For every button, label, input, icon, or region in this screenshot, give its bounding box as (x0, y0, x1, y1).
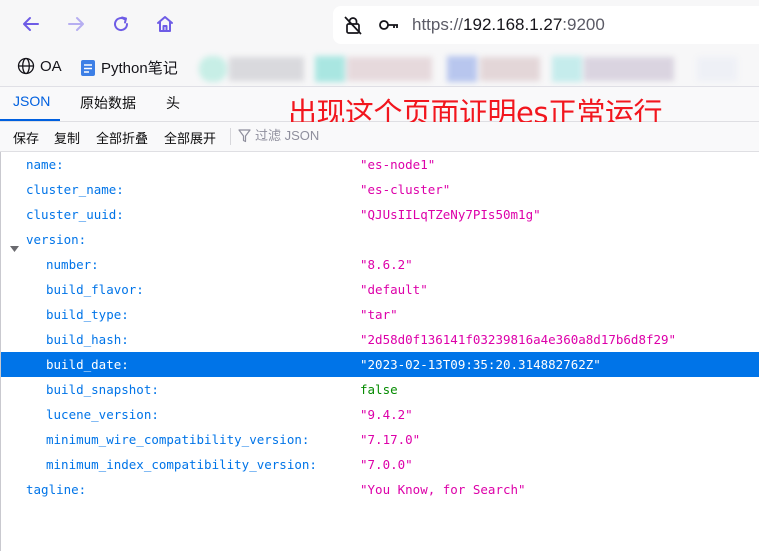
toolbar-separator (230, 128, 231, 145)
json-row[interactable]: lucene_version: "9.4.2" (0, 402, 759, 427)
bookmarks-toolbar: OA Python笔记 (0, 50, 759, 87)
address-bar[interactable]: https://192.168.1.27:9200 (333, 6, 759, 44)
home-button[interactable] (151, 10, 179, 38)
bookmark-oa-label: OA (40, 57, 62, 75)
json-row[interactable]: cluster_uuid: "QJUsIILqTZeNy7PIs50m1g" (0, 202, 759, 227)
json-key: build_hash: (46, 332, 129, 347)
bookmark-oa[interactable]: OA (17, 57, 62, 75)
filter-json-input[interactable] (255, 128, 365, 143)
json-value: "default" (360, 282, 428, 297)
home-icon (157, 16, 173, 32)
json-value: "9.4.2" (360, 407, 413, 422)
json-value: "tar" (360, 307, 398, 322)
back-arrow-icon (23, 17, 39, 31)
url-text: https://192.168.1.27:9200 (412, 15, 605, 35)
json-key: build_type: (46, 307, 129, 322)
json-value: "7.17.0" (360, 432, 421, 447)
json-value: false (360, 382, 398, 397)
tab-headers[interactable]: 头 (166, 93, 180, 113)
json-value: "es-node1" (360, 157, 436, 172)
copy-button[interactable]: 复制 (54, 128, 80, 147)
bookmark-python-notes[interactable]: Python笔记 (80, 57, 178, 78)
url-port: :9200 (562, 15, 605, 34)
json-key: tagline: (26, 482, 87, 497)
save-button[interactable]: 保存 (13, 128, 39, 147)
json-value: "8.6.2" (360, 257, 413, 272)
reload-button[interactable] (107, 10, 135, 38)
tab-json[interactable]: JSON (13, 93, 50, 109)
json-key: name: (26, 157, 64, 172)
reload-icon (114, 16, 129, 32)
json-key: lucene_version: (46, 407, 159, 422)
expand-all-button[interactable]: 全部展开 (164, 128, 216, 147)
back-button[interactable] (17, 10, 45, 38)
json-value: "es-cluster" (360, 182, 451, 197)
json-key: build_flavor: (46, 282, 144, 297)
json-key: cluster_name: (26, 182, 124, 197)
json-key: number: (46, 257, 99, 272)
forward-button[interactable] (62, 10, 90, 38)
json-row[interactable]: build_snapshot: false (0, 377, 759, 402)
url-host: 192.168.1.27 (463, 15, 563, 34)
json-row[interactable]: version: (0, 227, 759, 252)
json-row[interactable]: number: "8.6.2" (0, 252, 759, 277)
active-tab-indicator (0, 119, 60, 121)
json-row[interactable]: build_hash: "2d58d0f136141f03239816a4e360… (0, 327, 759, 352)
json-key: minimum_wire_compatibility_version: (46, 432, 310, 447)
json-value: "2d58d0f136141f03239816a4e360a8d17b6d8f2… (360, 332, 677, 347)
tab-raw-data[interactable]: 原始数据 (80, 93, 136, 113)
obscured-bookmarks (197, 54, 749, 83)
json-value: "QJUsIILqTZeNy7PIs50m1g" (360, 207, 541, 222)
json-row[interactable]: build_flavor: "default" (0, 277, 759, 302)
json-value: "You Know, for Search" (360, 482, 526, 497)
json-row[interactable]: tagline: "You Know, for Search" (0, 477, 759, 502)
json-row[interactable]: minimum_wire_compatibility_version: "7.17… (0, 427, 759, 452)
viewer-toolbar: 保存 复制 全部折叠 全部展开 (0, 122, 759, 152)
json-row[interactable]: build_date: "2023-02-13T09:35:20.31488276… (0, 352, 759, 377)
json-key: minimum_index_compatibility_version: (46, 457, 317, 472)
filter-icon (238, 128, 251, 142)
json-row[interactable]: minimum_index_compatibility_version: "7.0… (0, 452, 759, 477)
json-key: build_snapshot: (46, 382, 159, 397)
key-icon (379, 20, 398, 30)
json-key: cluster_uuid: (26, 207, 124, 222)
forward-arrow-icon (68, 17, 84, 31)
globe-icon (17, 57, 35, 75)
json-row[interactable]: build_type: "tar" (0, 302, 759, 327)
filter-json[interactable] (238, 128, 365, 143)
json-key: version: (26, 232, 87, 247)
json-row[interactable]: cluster_name: "es-cluster" (0, 177, 759, 202)
collapse-all-button[interactable]: 全部折叠 (96, 128, 148, 147)
json-key: build_date: (46, 357, 129, 372)
json-value: "7.0.0" (360, 457, 413, 472)
browser-navbar: https://192.168.1.27:9200 (0, 0, 759, 50)
site-info-icon (344, 16, 362, 35)
json-value: "2023-02-13T09:35:20.314882762Z" (360, 357, 601, 372)
bookmark-python-notes-label: Python笔记 (101, 60, 178, 77)
url-scheme: https:// (412, 15, 464, 34)
json-row[interactable]: name: "es-node1" (0, 152, 759, 177)
viewer-left-border (0, 152, 1, 551)
document-icon (81, 59, 95, 76)
